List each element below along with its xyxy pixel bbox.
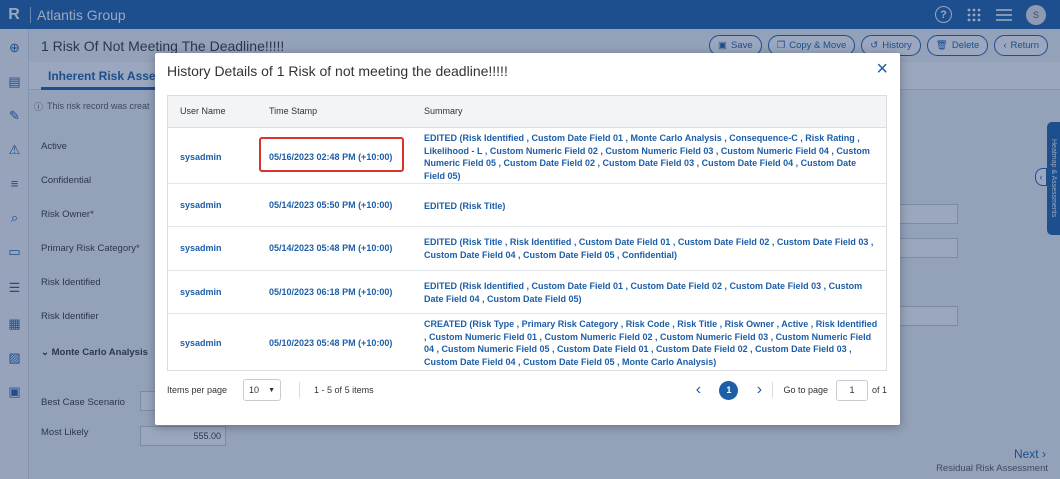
row-user: sysadmin bbox=[180, 287, 222, 297]
items-per-page-value: 10 bbox=[249, 385, 260, 395]
row-time: 05/14/2023 05:50 PM (+10:00) bbox=[269, 200, 393, 210]
items-per-page-label: Items per page bbox=[167, 385, 228, 395]
row-summary: EDITED (Risk Identified , Custom Date Fi… bbox=[424, 281, 863, 304]
page-1-button[interactable]: 1 bbox=[719, 380, 739, 400]
history-modal: History Details of 1 Risk of not meeting… bbox=[155, 53, 900, 425]
row-summary: EDITED (Risk Title , Risk Identified , C… bbox=[424, 237, 874, 260]
caret-down-icon: ▼ bbox=[268, 386, 276, 394]
prev-page-icon[interactable]: ‹ bbox=[689, 381, 707, 399]
table-row[interactable]: sysadmin 05/16/2023 02:48 PM (+10:00) ED… bbox=[168, 128, 886, 184]
divider bbox=[772, 382, 774, 398]
items-per-page-select[interactable]: 10 ▼ bbox=[243, 379, 282, 401]
table-row[interactable]: sysadmin 05/10/2023 06:18 PM (+10:00) ED… bbox=[168, 271, 886, 314]
history-table: User Name Time Stamp Summary sysadmin 05… bbox=[167, 95, 887, 371]
close-icon[interactable]: × bbox=[876, 59, 888, 79]
highlight-box bbox=[259, 137, 404, 172]
modal-title: History Details of 1 Risk of not meeting… bbox=[167, 63, 508, 79]
pagination: Items per page 10 ▼ 1 - 5 of 5 items ‹ 1… bbox=[167, 375, 887, 405]
page-count: of 1 bbox=[871, 385, 887, 395]
row-user: sysadmin bbox=[180, 243, 222, 253]
items-range: 1 - 5 of 5 items bbox=[314, 385, 374, 395]
row-summary: EDITED (Risk Identified , Custom Date Fi… bbox=[424, 133, 870, 181]
row-user: sysadmin bbox=[180, 200, 222, 210]
col-user-name[interactable]: User Name bbox=[180, 106, 226, 116]
page-nav: ‹ 1 › Go to page 1 of 1 bbox=[689, 379, 887, 401]
col-summary[interactable]: Summary bbox=[424, 106, 463, 116]
goto-label: Go to page bbox=[783, 385, 828, 395]
table-row[interactable]: sysadmin 05/14/2023 05:50 PM (+10:00) ED… bbox=[168, 184, 886, 227]
goto-page-input[interactable]: 1 bbox=[835, 379, 868, 401]
table-row[interactable]: sysadmin 05/10/2023 05:48 PM (+10:00) CR… bbox=[168, 314, 886, 370]
col-time-stamp[interactable]: Time Stamp bbox=[269, 106, 317, 116]
row-summary: CREATED (Risk Type , Primary Risk Catego… bbox=[424, 319, 878, 367]
row-time: 05/10/2023 05:48 PM (+10:00) bbox=[269, 338, 393, 348]
row-time: 05/14/2023 05:48 PM (+10:00) bbox=[269, 243, 393, 253]
table-row[interactable]: sysadmin 05/14/2023 05:48 PM (+10:00) ED… bbox=[168, 227, 886, 271]
next-page-icon[interactable]: › bbox=[750, 381, 768, 399]
row-user: sysadmin bbox=[180, 338, 222, 348]
divider bbox=[299, 382, 301, 398]
row-user: sysadmin bbox=[180, 152, 222, 162]
table-header: User Name Time Stamp Summary bbox=[168, 96, 886, 128]
row-summary: EDITED (Risk Title) bbox=[424, 201, 506, 211]
row-time: 05/10/2023 06:18 PM (+10:00) bbox=[269, 287, 393, 297]
